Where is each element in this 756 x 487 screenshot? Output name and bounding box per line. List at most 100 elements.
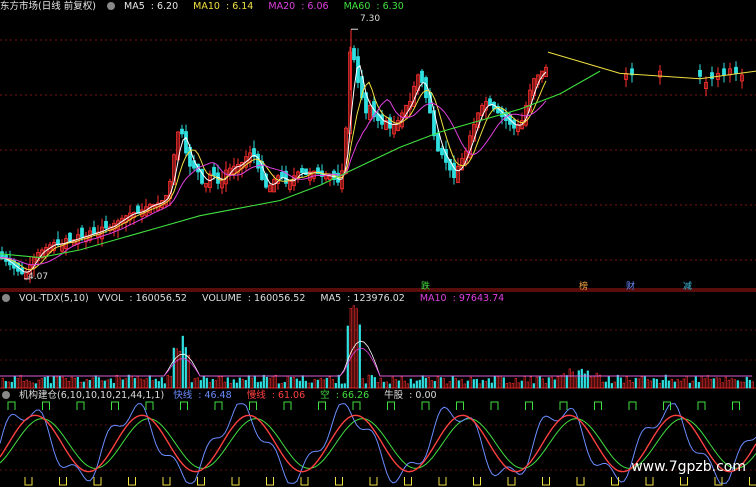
volume-bar [268, 378, 271, 389]
volume-bar [679, 380, 682, 389]
candle-body [300, 168, 304, 174]
volume-bar [193, 378, 196, 389]
volume-bar [361, 378, 364, 389]
volume-bar [634, 377, 637, 389]
volume-bar [310, 382, 313, 389]
trough-signal [231, 477, 240, 486]
volume-bar [499, 375, 502, 389]
trough-signal [266, 477, 274, 486]
volume-bar [490, 382, 493, 389]
trough-signal [162, 477, 171, 486]
volume-bar [463, 383, 466, 389]
settings-dot-icon[interactable] [2, 294, 10, 302]
grid-lines [0, 39, 756, 471]
peak-signal [594, 401, 602, 410]
volume-bar [694, 376, 697, 389]
volume-bar [121, 379, 124, 389]
trough-signal [128, 477, 136, 486]
volume-bar [226, 377, 229, 389]
volume-bar [568, 368, 571, 389]
volume-bar [667, 380, 670, 389]
volume-bar [223, 381, 226, 389]
volume-bar [688, 382, 691, 389]
peak-signal [352, 401, 361, 410]
volume-bar [574, 377, 577, 389]
volume-bar [214, 380, 217, 389]
volume-bar [220, 376, 223, 389]
volume-bar [109, 378, 112, 389]
event-marker[interactable]: 榜 [578, 282, 589, 293]
volume-bar [190, 382, 193, 389]
volume-bar [61, 376, 64, 389]
volume-bar [136, 376, 139, 389]
volume-bar [451, 375, 454, 389]
volume-bar [700, 375, 703, 389]
event-marker[interactable]: 减 [682, 282, 693, 293]
volume-bar [742, 381, 745, 389]
volume-bar [676, 379, 679, 389]
volume-bar [316, 379, 319, 389]
volume-bar [178, 350, 181, 389]
volume-bar [79, 381, 82, 389]
volume-bar [493, 375, 496, 389]
volume-bar [469, 376, 472, 389]
volume-bar [7, 381, 10, 389]
volume-bar [397, 380, 400, 389]
volume-bar [274, 374, 277, 389]
volume-bar [403, 380, 406, 389]
volume-bar [157, 381, 160, 389]
volume-bar [52, 375, 55, 389]
volume-bar [13, 376, 16, 389]
volume-bar [538, 376, 541, 389]
settings-dot-icon[interactable] [106, 2, 115, 10]
volume-bar [565, 375, 568, 389]
peak-signal [525, 401, 533, 410]
volume-bar [706, 375, 709, 389]
event-marker[interactable]: 财 [625, 282, 636, 293]
volume-bar [343, 383, 346, 389]
volume-bar [142, 379, 145, 389]
peak-signal [559, 401, 568, 410]
volume-bar [301, 375, 304, 389]
volume-bar [439, 377, 442, 389]
volume-bar [511, 382, 514, 389]
volume-bar [172, 347, 175, 389]
volume-bar [640, 376, 643, 389]
volume-bar [718, 378, 721, 389]
volume-bar [160, 377, 163, 389]
volume-bar [424, 377, 427, 389]
volume-bar [40, 378, 43, 389]
candle-body [184, 131, 188, 154]
peak-signal [214, 401, 223, 410]
volume-bar [448, 381, 451, 389]
volume-bar [346, 325, 349, 389]
volume-bar [526, 381, 529, 389]
volume-bar [70, 376, 73, 389]
volume-panel [0, 305, 754, 389]
volume-bar [319, 377, 322, 389]
volume-bar [289, 377, 292, 389]
volume-bar [265, 376, 268, 389]
volume-bar [571, 371, 574, 389]
peak-signal [387, 401, 395, 410]
peak-signal [180, 401, 188, 410]
volume-bar [379, 377, 382, 389]
volume-bar [385, 381, 388, 389]
candle-body [80, 227, 84, 238]
volume-bar [751, 381, 754, 389]
volume-bar [202, 375, 205, 389]
volume-bar [400, 376, 403, 389]
volume-bar [28, 381, 31, 389]
volume-bar [745, 376, 748, 389]
peak-signal [318, 401, 326, 410]
volume-bar [304, 380, 307, 389]
candle-body [104, 221, 108, 229]
volume-bar [286, 375, 289, 389]
settings-dot-icon[interactable] [2, 391, 10, 399]
volume-bar [139, 378, 142, 389]
peak-signal [697, 401, 706, 410]
volume-bar [487, 378, 490, 389]
trough-signal [749, 477, 756, 486]
volume-bar [421, 375, 424, 389]
peak-signal [42, 401, 50, 410]
